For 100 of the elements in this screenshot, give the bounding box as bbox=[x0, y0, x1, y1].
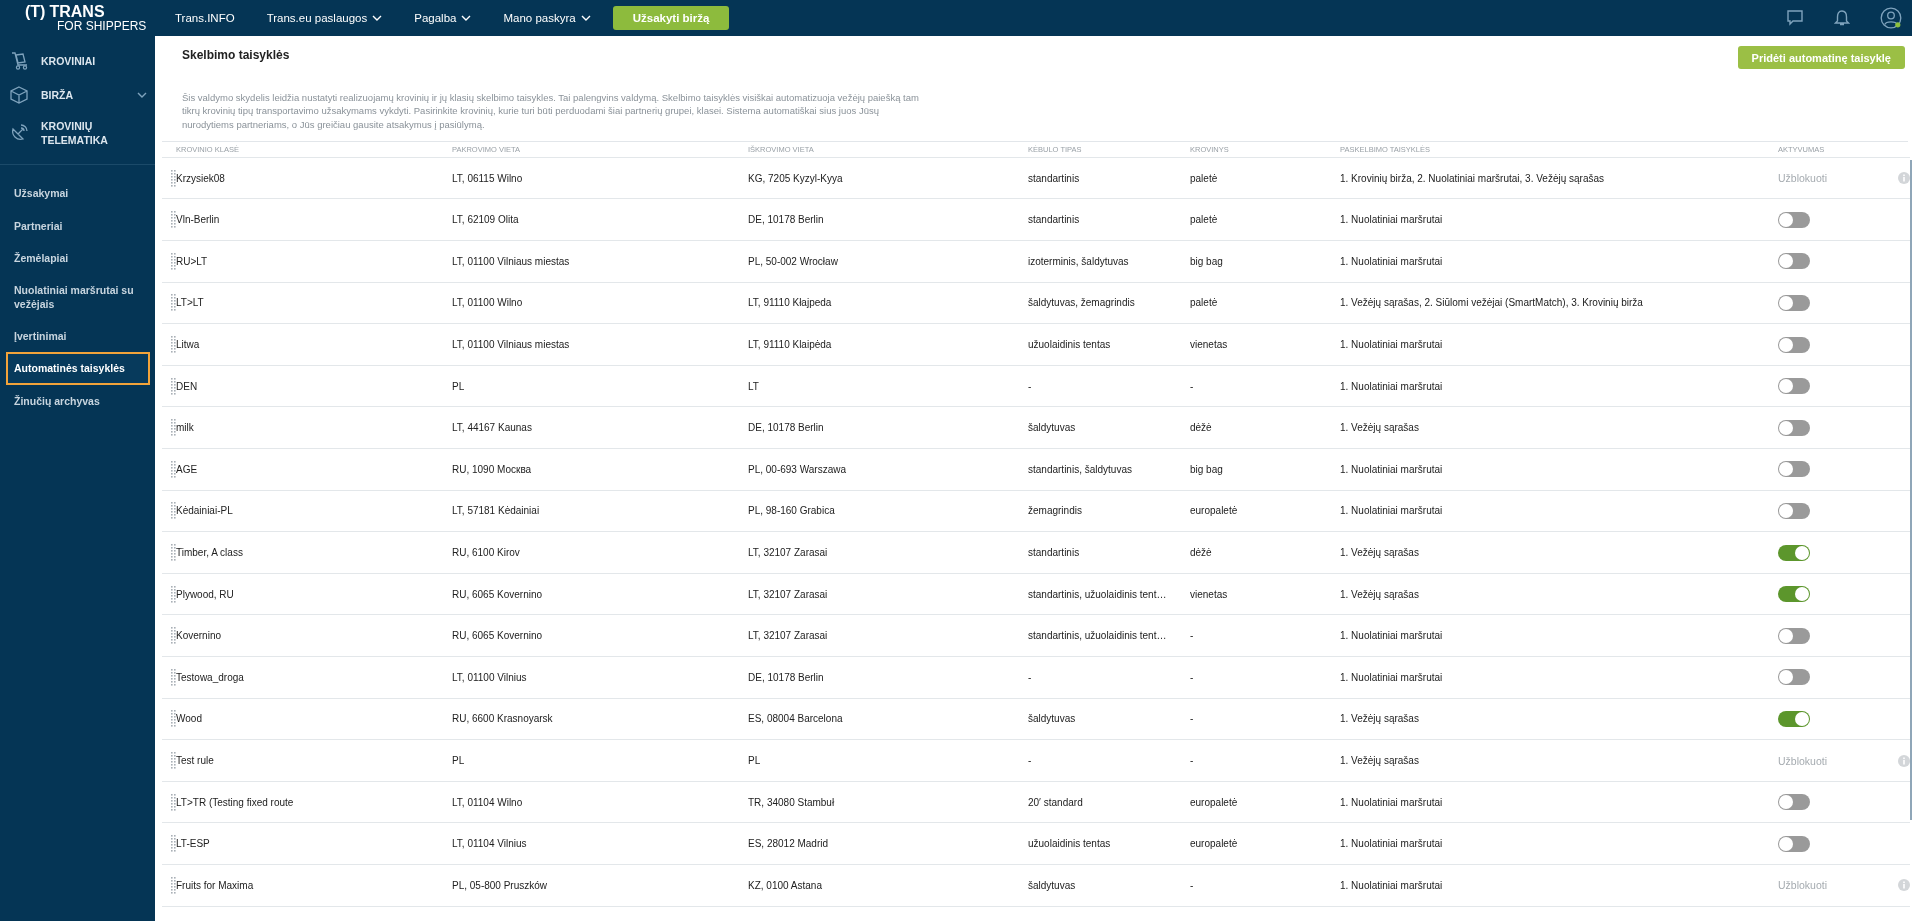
table-cell-text: PL, 05-800 Pruszków bbox=[452, 879, 549, 891]
table-cell-text: 1. Nuolatiniai maršrutai bbox=[1340, 255, 1444, 267]
table-cell-text: big bag bbox=[1190, 463, 1224, 475]
drag-handle-icon bbox=[171, 627, 176, 645]
sidebar-item[interactable]: Užsakymai bbox=[0, 177, 155, 210]
table-cell-text: LT, 32107 Zarasai bbox=[748, 547, 829, 559]
table-cell-text: Kėdainiai-PL bbox=[176, 505, 234, 517]
table-cell-text: standartinis, šaldytuvas bbox=[1028, 463, 1133, 475]
toggle-switch[interactable] bbox=[1778, 294, 1810, 311]
table-cell-text: Litwa bbox=[176, 339, 201, 351]
table-cell-text: RU, 6100 Kirov bbox=[452, 547, 521, 559]
table-cell-text: - bbox=[1190, 671, 1195, 683]
table-cell-text: LT, 01100 Vilniaus miestas bbox=[452, 255, 571, 267]
page-title: Skelbimo taisyklės bbox=[182, 47, 290, 62]
table-cell-text: izoterminis, šaldytuvas bbox=[1028, 255, 1130, 267]
table-cell-text: PL, 00-693 Warszawa bbox=[748, 463, 847, 475]
info-icon bbox=[1898, 879, 1910, 892]
drag-handle-icon bbox=[171, 419, 176, 437]
table-cell-text: Fruits for Maxima bbox=[176, 879, 255, 891]
table-cell-text: paletė bbox=[1190, 297, 1219, 309]
table-cell-text: užuolaidinis tentas bbox=[1028, 838, 1112, 850]
toggle-switch[interactable] bbox=[1778, 586, 1810, 603]
sidebar-item[interactable]: Žemėlapiai bbox=[0, 241, 155, 274]
table-cell-text: šaldytuvas bbox=[1028, 879, 1077, 891]
table-cell-text: standartinis, užuolaidinis tent… bbox=[1028, 630, 1168, 642]
table-cell-text: 1. Vežėjų sąrašas, 2. Siūlomi vežėjai (SmartMatch), 3. Krovinių birža bbox=[1340, 297, 1644, 309]
table-cell-text: 1. Vežėjų sąrašas bbox=[1340, 713, 1420, 725]
table-cell-text: - bbox=[1190, 630, 1195, 642]
sidebar-item[interactable]: Nuolatiniai maršrutai su vežėjais bbox=[0, 273, 155, 321]
table-cell-text: DE, 10178 Berlin bbox=[748, 214, 825, 226]
table-cell-text: ES, 28012 Madrid bbox=[748, 838, 830, 850]
nav-link[interactable]: Pagalba bbox=[414, 12, 472, 24]
module-menu-item[interactable]: KROVINIŲ TELEMATIKA bbox=[0, 112, 155, 155]
toggle-switch[interactable] bbox=[1778, 336, 1810, 353]
table-cell-text: Testowa_droga bbox=[176, 671, 245, 683]
table-cell-text: RU, 6065 Kovernino bbox=[452, 630, 544, 642]
table-cell-text: standartinis bbox=[1028, 214, 1081, 226]
table-cell-text: 1. Krovinių birža, 2. Nuolatiniai maršrutai, 3. Vežėjų sąrašas bbox=[1340, 172, 1605, 184]
table-cell-text: standartinis, užuolaidinis tent… bbox=[1028, 588, 1168, 600]
table-cell-text: LT, 32107 Zarasai bbox=[748, 630, 829, 642]
table-cell-text: RU, 6600 Krasnoyarsk bbox=[452, 713, 554, 725]
toggle-switch[interactable] bbox=[1778, 669, 1810, 686]
table-cell-text: RU, 1090 Москва bbox=[452, 463, 533, 475]
table-cell-text: Timber, A class bbox=[176, 547, 244, 559]
table-cell-text: vienetas bbox=[1190, 588, 1229, 600]
table-cell-text: LT, 01100 Wilno bbox=[452, 297, 524, 309]
table-cell-text: - bbox=[1028, 671, 1033, 683]
sidebar-item[interactable]: Žinučių archyvas bbox=[0, 384, 155, 417]
table-cell-text: PL bbox=[748, 755, 762, 766]
drag-handle-icon bbox=[171, 502, 176, 520]
table-cell-text: 1. Nuolatiniai maršrutai bbox=[1340, 879, 1444, 891]
drag-handle-icon bbox=[171, 585, 176, 603]
info-icon bbox=[1898, 754, 1910, 767]
table-cell-text: LT, 44167 Kaunas bbox=[452, 422, 533, 434]
sidebar-item[interactable]: Automatinės taisyklės bbox=[6, 352, 150, 385]
table-cell-text: Test rule bbox=[176, 755, 215, 766]
nav-link[interactable]: Trans.INFO bbox=[175, 12, 235, 24]
sidebar-item[interactable]: Įvertinimai bbox=[0, 320, 155, 353]
table-cell-text: DE, 10178 Berlin bbox=[748, 671, 825, 683]
box-icon bbox=[9, 85, 29, 105]
nav-link[interactable]: Trans.eu paslaugos bbox=[266, 12, 383, 24]
logo[interactable]: (T) TRANS FOR SHIPPERS bbox=[0, 4, 155, 32]
toggle-switch[interactable] bbox=[1778, 211, 1810, 228]
table-cell-text: - bbox=[1190, 380, 1195, 392]
sidebar-item[interactable]: Partneriai bbox=[0, 209, 155, 242]
toggle-switch[interactable] bbox=[1778, 835, 1810, 852]
drag-handle-icon bbox=[171, 336, 176, 354]
toggle-switch[interactable] bbox=[1778, 710, 1810, 727]
toggle-switch[interactable] bbox=[1778, 502, 1810, 519]
table-cell-text: žemagrindis bbox=[1028, 505, 1083, 517]
table-cell-text: dėžė bbox=[1190, 547, 1213, 559]
toggle-switch[interactable] bbox=[1778, 544, 1810, 561]
info-icon bbox=[1898, 172, 1910, 185]
table-cell-text: TR, 34080 Stambuł bbox=[748, 796, 836, 808]
table-cell-text: DEN bbox=[176, 380, 199, 392]
table-cell-text: 1. Vežėjų sąrašas bbox=[1340, 547, 1420, 559]
drag-handle-icon bbox=[171, 876, 176, 894]
table-cell-text: PL bbox=[452, 755, 466, 766]
toggle-switch[interactable] bbox=[1778, 794, 1810, 811]
nav-link[interactable]: Mano paskyra bbox=[503, 12, 591, 24]
table-cell-text: big bag bbox=[1190, 255, 1224, 267]
table-cell-text: - bbox=[1190, 713, 1195, 725]
table-cell-text: LT, 32107 Zarasai bbox=[748, 588, 829, 600]
module-menu-item[interactable]: KROVINIAI bbox=[0, 44, 155, 78]
drag-handle-icon bbox=[171, 460, 176, 478]
table-cell-text: 1. Nuolatiniai maršrutai bbox=[1340, 380, 1444, 392]
table-cell-text: LT, 57181 Kėdainiai bbox=[452, 505, 541, 517]
table-cell-text: Krzysiek08 bbox=[176, 172, 226, 184]
table-cell-text: - bbox=[1028, 755, 1033, 766]
table-cell-text: RU>LT bbox=[176, 255, 209, 267]
toggle-switch[interactable] bbox=[1778, 253, 1810, 270]
module-menu-item[interactable]: BIRŽA bbox=[0, 78, 155, 112]
toggle-switch[interactable] bbox=[1778, 627, 1810, 644]
table-cell-text: ES, 08004 Barcelona bbox=[748, 713, 844, 725]
toggle-switch[interactable] bbox=[1778, 461, 1810, 478]
toggle-switch[interactable] bbox=[1778, 419, 1810, 436]
drag-handle-icon bbox=[171, 544, 176, 562]
toggle-switch[interactable] bbox=[1778, 378, 1810, 395]
hand-truck-icon bbox=[9, 51, 29, 71]
table-cell-text: LT-ESP bbox=[176, 838, 211, 850]
